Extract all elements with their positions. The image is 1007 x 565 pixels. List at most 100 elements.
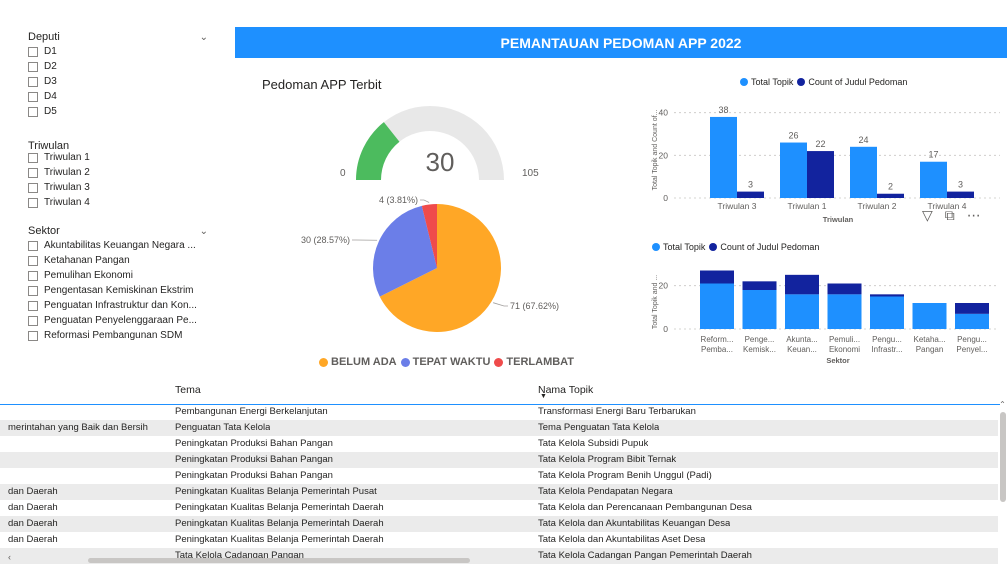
table-row[interactable]: Pembangunan Energi Berkelanjutan Transfor… xyxy=(0,404,998,420)
cell-tema: Pembangunan Energi Berkelanjutan xyxy=(175,406,328,417)
cell-nama-topik: Tata Kelola Pendapatan Negara xyxy=(538,486,673,497)
checkbox[interactable] xyxy=(28,255,38,266)
deputi-option[interactable]: D2 xyxy=(28,59,208,74)
sektor-option[interactable]: Penguatan Penyelenggaraan Pe... xyxy=(28,313,208,328)
scroll-up-icon[interactable]: ⌃ xyxy=(998,400,1007,410)
checkbox[interactable] xyxy=(28,182,38,193)
bar[interactable] xyxy=(737,191,764,198)
sektor-option[interactable]: Reformasi Pembangunan SDM xyxy=(28,328,208,343)
scroll-thumb-h[interactable] xyxy=(88,558,470,563)
stacked-bar-segment[interactable] xyxy=(700,283,734,330)
checkbox[interactable] xyxy=(28,61,38,72)
data-table[interactable]: Tema Nama Topik ▼ Pembangunan Energi Ber… xyxy=(0,378,1007,565)
checkbox[interactable] xyxy=(28,106,38,117)
sektor-option[interactable]: Penguatan Infrastruktur dan Kon... xyxy=(28,298,208,313)
legend-tepat-waktu: TEPAT WAKTU xyxy=(412,356,491,368)
table-row[interactable]: dan Daerah Peningkatan Kualitas Belanja P… xyxy=(0,516,998,532)
deputi-option[interactable]: D4 xyxy=(28,89,208,104)
y-tick-label: 0 xyxy=(663,193,668,203)
bar-chart-sektor[interactable]: 0 20Total Topik and ... Reform...Pemba... P… xyxy=(648,254,1007,374)
stacked-bar-segment[interactable] xyxy=(827,283,862,295)
legend-dot-tepat-waktu xyxy=(400,357,410,367)
bar[interactable] xyxy=(947,191,974,198)
stacked-bar-segment[interactable] xyxy=(912,303,947,329)
checkbox[interactable] xyxy=(28,46,38,57)
checkbox[interactable] xyxy=(28,300,38,311)
stacked-bar-segment[interactable] xyxy=(785,294,819,329)
cell-tema: Penguatan Tata Kelola xyxy=(175,422,271,433)
sektor-option[interactable]: Pemulihan Ekonomi xyxy=(28,268,208,283)
triwulan-option[interactable]: Triwulan 2 xyxy=(28,165,208,180)
cell-col0: dan Daerah xyxy=(8,502,58,513)
triwulan-option[interactable]: Triwulan 4 xyxy=(28,195,208,210)
checkbox[interactable] xyxy=(28,91,38,102)
stacked-bar-segment[interactable] xyxy=(742,281,777,290)
vertical-scrollbar[interactable]: ⌃ xyxy=(998,400,1007,540)
bar-data-label: 24 xyxy=(858,135,868,145)
pie-leader-line xyxy=(420,199,430,203)
bar[interactable] xyxy=(710,116,737,198)
horizontal-scrollbar[interactable]: ‹ xyxy=(8,552,998,565)
chevron-down-icon[interactable]: ⌄ xyxy=(200,226,208,237)
triwulan-option[interactable]: Triwulan 1 xyxy=(28,150,208,165)
bar[interactable] xyxy=(780,142,807,198)
bar[interactable] xyxy=(850,146,877,198)
slicer-triwulan-title: Triwulan xyxy=(28,140,70,152)
deputi-option[interactable]: D3 xyxy=(28,74,208,89)
x-tick-label: Ketaha... xyxy=(913,335,945,344)
y-tick-label: 20 xyxy=(659,150,669,160)
x-tick-label: Infrastr... xyxy=(871,345,902,354)
checkbox[interactable] xyxy=(28,330,38,341)
filter-icon[interactable]: ▽ xyxy=(922,207,933,224)
checkbox[interactable] xyxy=(28,240,38,251)
triwulan-option-label: Triwulan 3 xyxy=(44,182,90,193)
checkbox[interactable] xyxy=(28,152,38,163)
table-row[interactable]: Peningkatan Produksi Bahan Pangan Tata Ke… xyxy=(0,452,998,468)
bar[interactable] xyxy=(877,193,904,198)
cell-nama-topik: Transformasi Energi Baru Terbarukan xyxy=(538,406,696,417)
y-tick-label: 0 xyxy=(663,324,668,334)
scroll-thumb[interactable] xyxy=(999,412,1006,502)
stacked-bar-segment[interactable] xyxy=(827,294,862,329)
stacked-bar-segment[interactable] xyxy=(785,274,819,295)
bar[interactable] xyxy=(807,151,834,198)
table-row[interactable]: dan Daerah Peningkatan Kualitas Belanja P… xyxy=(0,532,998,548)
table-row[interactable]: Peningkatan Produksi Bahan Pangan Tata Ke… xyxy=(0,468,998,484)
scroll-left-icon[interactable]: ‹ xyxy=(8,552,11,562)
deputi-option[interactable]: D1 xyxy=(28,44,208,59)
checkbox[interactable] xyxy=(28,167,38,178)
cell-col0: merintahan yang Baik dan Bersih xyxy=(8,422,148,433)
checkbox[interactable] xyxy=(28,285,38,296)
sektor-option-label: Penguatan Infrastruktur dan Kon... xyxy=(44,300,197,311)
table-row[interactable]: dan Daerah Peningkatan Kualitas Belanja P… xyxy=(0,484,998,500)
more-options-icon[interactable]: ⋯ xyxy=(967,207,981,224)
legend-count-judul: Count of Judul Pedoman xyxy=(808,77,908,87)
header-tema[interactable]: Tema xyxy=(175,384,201,396)
sektor-option[interactable]: Ketahanan Pangan xyxy=(28,253,208,268)
table-row[interactable]: dan Daerah Peningkatan Kualitas Belanja P… xyxy=(0,500,998,516)
stacked-bar-segment[interactable] xyxy=(870,296,904,330)
slicer-sektor-title: Sektor xyxy=(28,225,60,237)
bar[interactable] xyxy=(920,161,947,198)
checkbox[interactable] xyxy=(28,270,38,281)
triwulan-option[interactable]: Triwulan 3 xyxy=(28,180,208,195)
sektor-option-label: Penguatan Penyelenggaraan Pe... xyxy=(44,315,197,326)
stacked-bar-segment[interactable] xyxy=(742,290,777,329)
cell-nama-topik: Tata Kelola dan Perencanaan Pembangunan … xyxy=(538,502,752,513)
deputi-option[interactable]: D5 xyxy=(28,104,208,119)
stacked-bar-segment[interactable] xyxy=(955,313,989,329)
pie-chart[interactable]: 71 (67.62%) 30 (28.57%) 4 (3.81%) xyxy=(300,188,600,348)
focus-mode-icon[interactable]: ⧉ xyxy=(945,207,955,224)
table-row[interactable]: merintahan yang Baik dan Bersih Penguatan… xyxy=(0,420,998,436)
stacked-bar-segment[interactable] xyxy=(700,270,734,284)
sektor-option[interactable]: Akuntabilitas Keuangan Negara ... xyxy=(28,238,208,253)
checkbox[interactable] xyxy=(28,197,38,208)
checkbox[interactable] xyxy=(28,315,38,326)
stacked-bar-segment[interactable] xyxy=(870,294,904,297)
sektor-option[interactable]: Pengentasan Kemiskinan Ekstrim xyxy=(28,283,208,298)
table-row[interactable]: Peningkatan Produksi Bahan Pangan Tata Ke… xyxy=(0,436,998,452)
chevron-down-icon[interactable]: ⌄ xyxy=(200,32,208,43)
checkbox[interactable] xyxy=(28,76,38,87)
x-tick-label: Pemuli... xyxy=(829,335,860,344)
stacked-bar-segment[interactable] xyxy=(955,303,989,314)
